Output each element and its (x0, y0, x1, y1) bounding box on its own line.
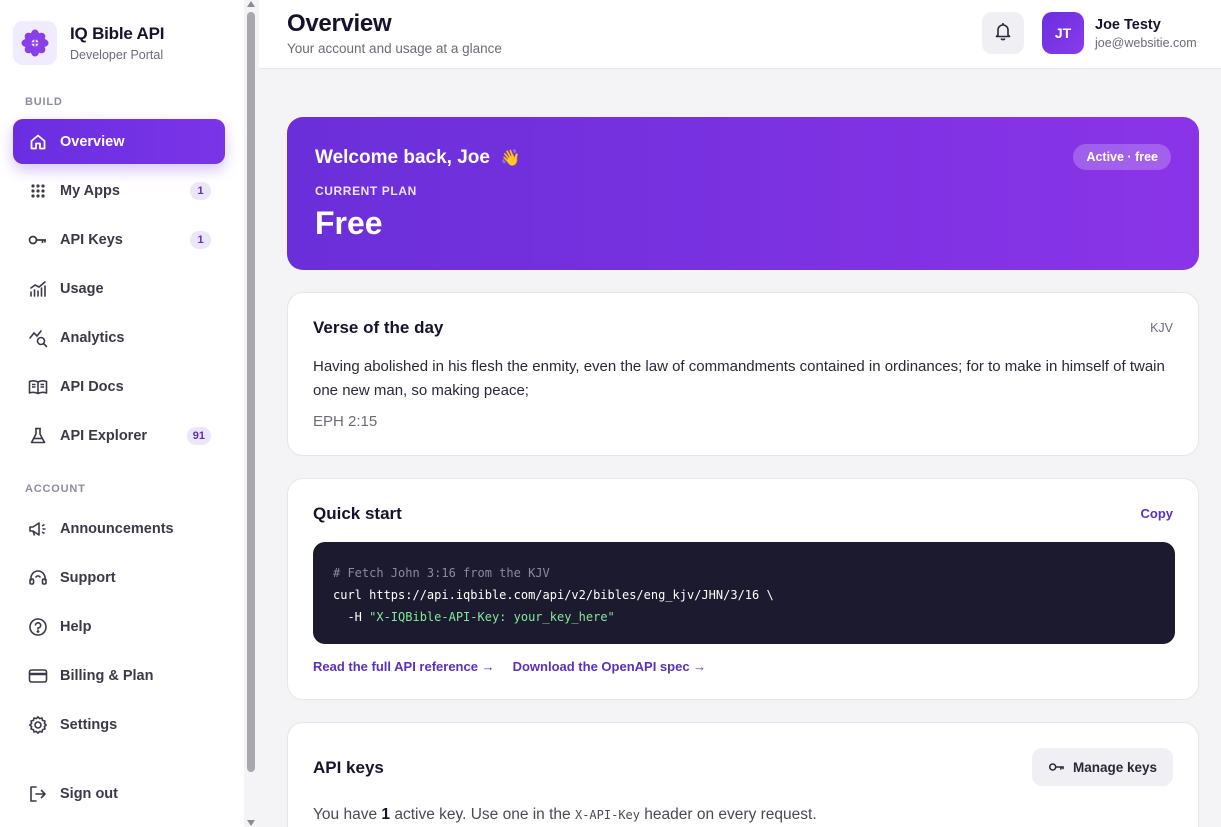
api-keys-card: API keys Manage keys You have 1 active k… (287, 722, 1199, 827)
code-comment: # Fetch John 3:16 from the KJV (333, 566, 550, 580)
avatar[interactable]: JT (1042, 12, 1084, 54)
scroll-down-icon[interactable] (247, 820, 255, 826)
sidebar-item-billing[interactable]: Billing & Plan (13, 653, 225, 698)
flask-icon (28, 426, 48, 446)
count-badge: 91 (186, 427, 211, 445)
count-badge: 1 (190, 231, 211, 249)
notifications-button[interactable] (982, 12, 1024, 54)
copy-button[interactable]: Copy (1141, 506, 1174, 521)
plan-label: CURRENT PLAN (315, 184, 417, 198)
api-reference-link[interactable]: Read the full API reference → (313, 659, 495, 674)
help-icon (28, 617, 48, 637)
api-keys-title: API keys (313, 758, 384, 777)
manage-keys-button[interactable]: Manage keys (1031, 748, 1173, 786)
sign-out-button[interactable]: Sign out (13, 771, 225, 816)
keys-text-part: header on every request. (640, 806, 817, 823)
section-label-build: BUILD (25, 96, 63, 108)
grid-icon (28, 181, 48, 201)
key-icon (28, 230, 48, 250)
sidebar-item-label: API Keys (60, 231, 123, 248)
openapi-spec-link[interactable]: Download the OpenAPI spec → (513, 659, 707, 674)
user-name[interactable]: Joe Testy (1095, 17, 1161, 33)
brand-name: IQ Bible API (70, 24, 165, 43)
brand[interactable]: IQ Bible API Developer Portal (13, 21, 164, 65)
verse-version: KJV (1150, 321, 1173, 335)
wave-icon: 👋 (500, 150, 521, 167)
active-key-count: 1 (381, 806, 391, 823)
sidebar-item-settings[interactable]: Settings (13, 702, 225, 747)
quickstart-title: Quick start (313, 504, 402, 523)
sidebar: IQ Bible API Developer Portal BUILD Over… (0, 0, 258, 827)
chart-icon (28, 279, 48, 299)
sidebar-scrollbar[interactable] (244, 0, 258, 827)
count-badge: 1 (190, 182, 211, 200)
megaphone-icon (28, 519, 48, 539)
sidebar-item-label: Overview (60, 133, 125, 150)
sidebar-item-announcements[interactable]: Announcements (13, 506, 225, 551)
user-email: joe@websitie.com (1095, 36, 1197, 50)
bell-icon (993, 21, 1013, 46)
sidebar-item-label: API Explorer (60, 427, 148, 444)
sidebar-item-label: Support (60, 569, 116, 586)
code-line: curl https://api.iqbible.com/api/v2/bibl… (333, 588, 774, 602)
section-label-account: ACCOUNT (25, 483, 86, 495)
gear-icon (28, 715, 48, 735)
verse-text: Having abolished in his flesh the enmity… (313, 358, 1165, 399)
keys-text-part: active key. Use one in the (390, 806, 575, 823)
sidebar-item-api-docs[interactable]: API Docs (13, 364, 225, 409)
page-title: Overview (287, 10, 392, 37)
sidebar-item-overview[interactable]: Overview (13, 119, 225, 164)
brand-logo-icon (13, 21, 57, 65)
headset-icon (28, 568, 48, 588)
sidebar-item-help[interactable]: Help (13, 604, 225, 649)
verse-card: Verse of the day KJV Having abolished in… (287, 292, 1199, 456)
welcome-text: Welcome back, Joe (315, 147, 490, 168)
analytics-icon (28, 328, 48, 348)
signout-icon (28, 784, 48, 804)
sidebar-item-label: Sign out (60, 785, 118, 802)
top-header: Overview Your account and usage at a gla… (259, 0, 1221, 69)
code-snippet[interactable]: # Fetch John 3:16 from the KJV curl http… (313, 542, 1175, 644)
book-icon (28, 377, 48, 397)
welcome-banner: Welcome back, Joe 👋 CURRENT PLAN Free Ac… (287, 117, 1199, 270)
sidebar-item-label: Help (60, 618, 92, 635)
sidebar-item-label: Announcements (60, 520, 174, 537)
sidebar-item-label: Billing & Plan (60, 667, 154, 684)
page-subtitle: Your account and usage at a glance (287, 41, 502, 56)
sidebar-item-analytics[interactable]: Analytics (13, 315, 225, 360)
sidebar-item-label: Usage (60, 280, 104, 297)
scroll-thumb[interactable] (247, 12, 255, 772)
quickstart-card: Quick start Copy # Fetch John 3:16 from … (287, 478, 1199, 700)
sidebar-item-api-explorer[interactable]: API Explorer 91 (13, 413, 225, 458)
welcome-title: Welcome back, Joe 👋 (315, 147, 520, 169)
status-badge: Active · free (1073, 144, 1171, 170)
sidebar-item-support[interactable]: Support (13, 555, 225, 600)
verse-reference: EPH 2:15 (313, 413, 378, 430)
manage-keys-label: Manage keys (1072, 759, 1157, 775)
header-name-code: X-API-Key (574, 808, 640, 822)
brand-subtitle: Developer Portal (70, 48, 164, 62)
sidebar-item-api-keys[interactable]: API Keys 1 (13, 217, 225, 262)
api-keys-description: You have 1 active key. Use one in the X-… (313, 806, 817, 824)
sidebar-item-usage[interactable]: Usage (13, 266, 225, 311)
verse-card-title: Verse of the day (313, 318, 444, 337)
plan-name: Free (315, 205, 383, 241)
sidebar-item-label: Settings (60, 716, 118, 733)
sidebar-item-label: Analytics (60, 329, 125, 346)
sidebar-item-label: My Apps (60, 182, 120, 199)
keys-text-part: You have (313, 806, 382, 823)
scroll-up-icon[interactable] (247, 1, 255, 7)
sidebar-item-label: API Docs (60, 378, 124, 395)
home-icon (28, 132, 48, 152)
sidebar-item-my-apps[interactable]: My Apps 1 (13, 168, 225, 213)
key-icon (1048, 761, 1066, 773)
code-line: -H (333, 610, 370, 624)
code-string: "X-IQBible-API-Key: your_key_here" (369, 610, 615, 624)
card-icon (28, 666, 48, 686)
